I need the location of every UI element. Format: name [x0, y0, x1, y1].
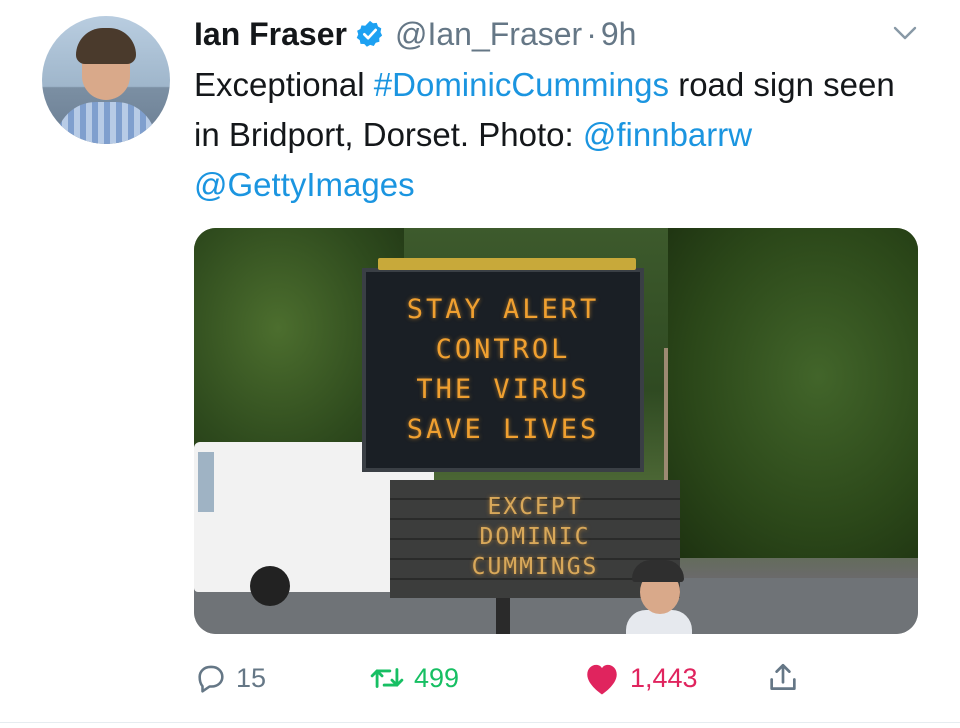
mention-link[interactable]: @GettyImages [194, 166, 415, 203]
sign-line: EXCEPT [487, 494, 583, 520]
like-count: 1,443 [630, 662, 698, 693]
reply-button[interactable]: 15 [194, 656, 266, 700]
retweet-icon [370, 668, 404, 688]
retweet-button[interactable]: 499 [368, 656, 459, 700]
tweet-header: Ian Fraser @Ian_Fraser · 9h [194, 12, 636, 56]
sign-line: SAVE LIVES [406, 414, 600, 445]
sign-line: CONTROL [435, 334, 571, 365]
tweet-photo[interactable]: STAY ALERT CONTROL THE VIRUS SAVE LIVES … [194, 228, 918, 634]
sign-line: THE VIRUS [416, 374, 590, 405]
like-button[interactable]: 1,443 [582, 656, 698, 700]
sign-post [496, 598, 510, 634]
sign-solar-panel [378, 258, 636, 270]
hashtag-link[interactable]: #DominicCummings [374, 66, 669, 103]
avatar-shirt [56, 102, 156, 144]
mention-link[interactable]: @finnbarrw [583, 116, 752, 153]
led-sign-main: STAY ALERT CONTROL THE VIRUS SAVE LIVES [362, 258, 644, 472]
chevron-down-icon[interactable] [892, 24, 918, 42]
pedestrian-cap [632, 560, 684, 582]
share-button[interactable] [766, 656, 800, 700]
reply-count: 15 [236, 662, 267, 693]
tweet-text: Exceptional #DominicCummings road sign s… [194, 60, 914, 210]
avatar-hair [76, 28, 136, 64]
share-icon [770, 663, 796, 690]
reply-icon [198, 665, 224, 693]
tweet-timestamp[interactable]: 9h [601, 16, 637, 53]
van-window [198, 452, 214, 512]
separator-dot: · [586, 15, 597, 52]
heart-icon [587, 664, 617, 695]
tweet-actions: 15 499 1,443 [194, 656, 918, 700]
avatar[interactable] [42, 16, 170, 144]
trees [668, 228, 918, 558]
sign-line: STAY ALERT [406, 294, 600, 325]
van-wheel [250, 566, 290, 606]
tweet-text-part: Exceptional [194, 66, 374, 103]
divider [0, 722, 960, 723]
pedestrian [626, 560, 692, 634]
author-handle[interactable]: @Ian_Fraser [395, 16, 582, 53]
retweet-count: 499 [414, 662, 460, 693]
author-name[interactable]: Ian Fraser [194, 16, 347, 53]
verified-badge-icon [356, 20, 383, 47]
sign-line: DOMINIC [479, 524, 591, 550]
